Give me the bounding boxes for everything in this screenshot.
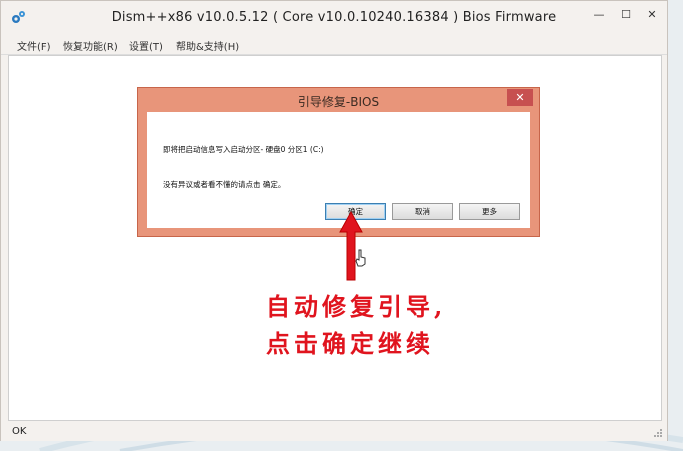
minimize-button[interactable]: —	[586, 5, 612, 23]
window-title: Dism++x86 v10.0.5.12 ( Core v10.0.10240.…	[111, 10, 557, 25]
close-button[interactable]: ✕	[637, 5, 667, 23]
maximize-button[interactable]: ☐	[613, 5, 639, 23]
menu-bar: 文件(F) 恢复功能(R) 设置(T) 帮助&支持(H)	[1, 34, 667, 55]
dialog-title: 引导修复-BIOS	[297, 95, 380, 109]
more-button[interactable]: 更多	[459, 203, 520, 220]
dialog-message-2: 没有异议或者看不懂的请点击 确定。	[163, 180, 286, 189]
menu-help[interactable]: 帮助&支持(H)	[176, 38, 239, 53]
menu-restore[interactable]: 恢复功能(R)	[63, 38, 118, 53]
title-bar: Dism++x86 v10.0.5.12 ( Core v10.0.10240.…	[1, 1, 667, 34]
hand-cursor-icon	[355, 249, 366, 267]
resize-grip-icon[interactable]	[653, 428, 663, 438]
status-text: OK	[12, 426, 27, 437]
dialog-message-1: 即将把启动信息写入启动分区- 硬盘0 分区1 (C:)	[163, 145, 324, 154]
status-bar: OK	[1, 421, 667, 441]
dialog-close-button[interactable]: ✕	[507, 89, 533, 106]
menu-file[interactable]: 文件(F)	[17, 38, 51, 53]
red-arrow-icon	[339, 210, 363, 281]
menu-settings[interactable]: 设置(T)	[129, 38, 163, 53]
annotation-line-2: 点击确定继续	[266, 329, 434, 358]
cancel-button[interactable]: 取消	[392, 203, 453, 220]
annotation-line-1: 自动修复引导,	[266, 292, 447, 321]
